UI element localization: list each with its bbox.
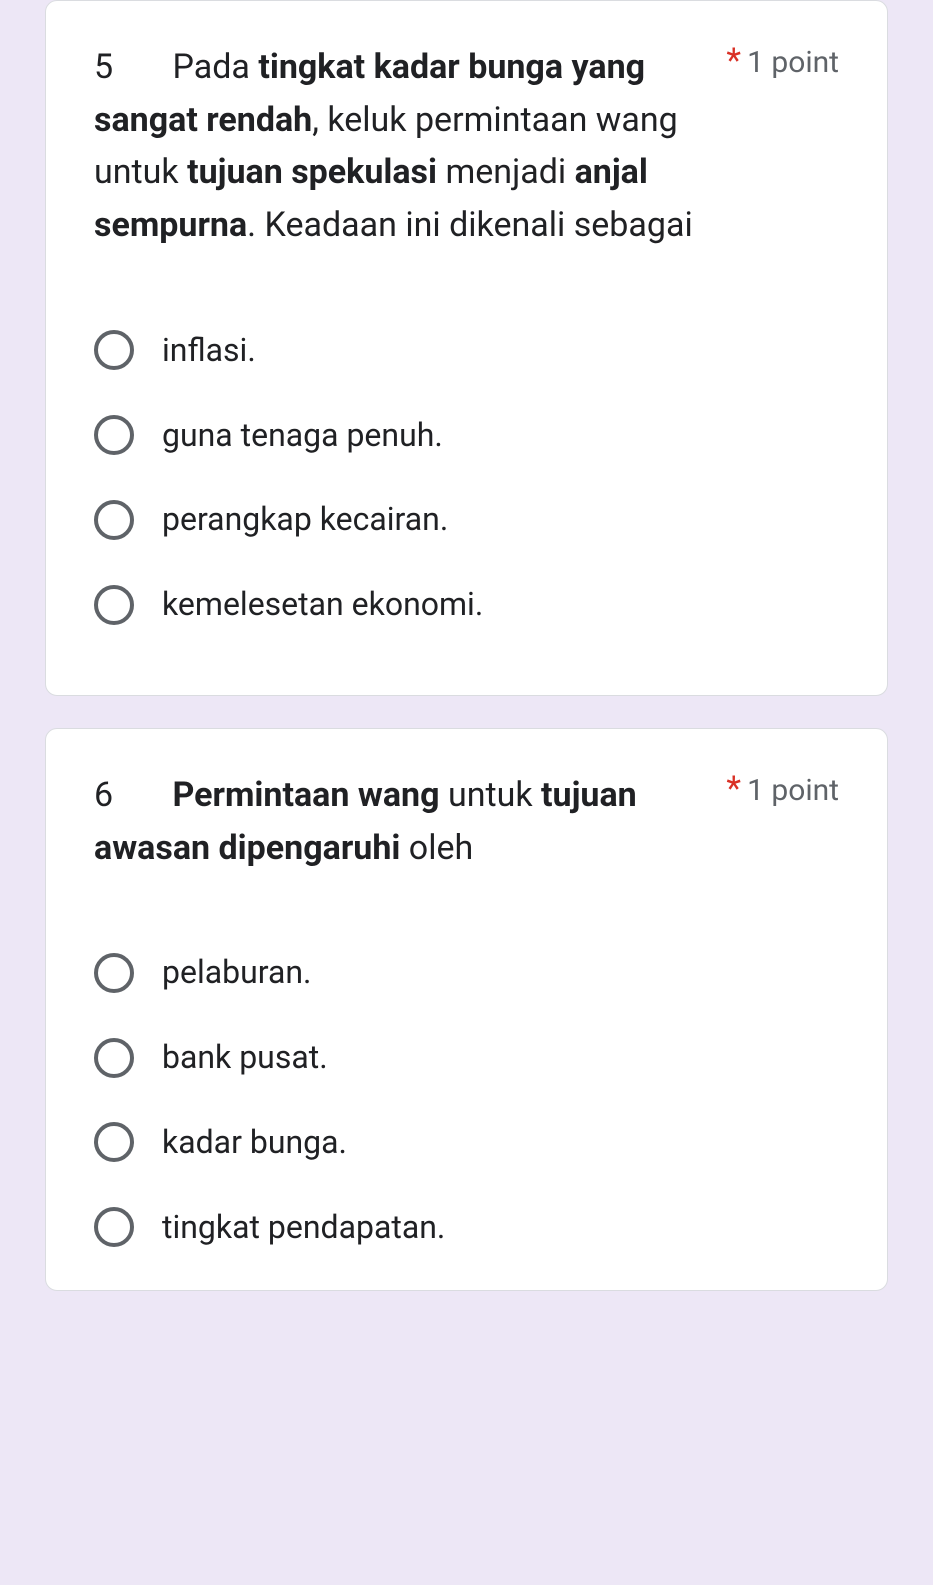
radio-icon <box>94 330 134 370</box>
radio-option[interactable]: kemelesetan ekonomi. <box>94 562 839 647</box>
option-label: perangkap kecairan. <box>162 497 448 542</box>
radio-icon <box>94 1038 134 1078</box>
question-text-container: 6 Permintaan wang untuk tujuan awasan di… <box>94 769 724 874</box>
question-number: 5 <box>94 41 164 94</box>
options-group: inflasi. guna tenaga penuh. perangkap ke… <box>94 308 839 647</box>
radio-option[interactable]: bank pusat. <box>94 1015 839 1100</box>
options-group: pelaburan. bank pusat. kadar bunga. ting… <box>94 930 839 1269</box>
question-header: 6 Permintaan wang untuk tujuan awasan di… <box>94 769 839 874</box>
radio-option[interactable]: guna tenaga penuh. <box>94 393 839 478</box>
question-text: 5 Pada tingkat kadar bunga yang sangat r… <box>94 41 724 252</box>
option-label: tingkat pendapatan. <box>162 1205 445 1250</box>
question-text-container: 5 Pada tingkat kadar bunga yang sangat r… <box>94 41 724 252</box>
option-label: kadar bunga. <box>162 1120 347 1165</box>
question-body: Pada tingkat kadar bunga yang sangat ren… <box>94 47 693 245</box>
option-label: inflasi. <box>162 328 256 373</box>
radio-icon <box>94 953 134 993</box>
option-label: guna tenaga penuh. <box>162 413 443 458</box>
question-body: Permintaan wang untuk tujuan awasan dipe… <box>94 775 637 868</box>
option-label: bank pusat. <box>162 1035 328 1080</box>
option-label: kemelesetan ekonomi. <box>162 582 483 627</box>
question-meta: * 1 point <box>724 41 839 81</box>
radio-option[interactable]: tingkat pendapatan. <box>94 1185 839 1270</box>
question-text: 6 Permintaan wang untuk tujuan awasan di… <box>94 769 724 874</box>
question-header: 5 Pada tingkat kadar bunga yang sangat r… <box>94 41 839 252</box>
radio-icon <box>94 500 134 540</box>
radio-icon <box>94 1207 134 1247</box>
points-label: 1 point <box>741 41 839 80</box>
radio-option[interactable]: perangkap kecairan. <box>94 477 839 562</box>
question-card-6: 6 Permintaan wang untuk tujuan awasan di… <box>45 728 888 1291</box>
question-card-5: 5 Pada tingkat kadar bunga yang sangat r… <box>45 0 888 696</box>
points-label: 1 point <box>741 769 839 808</box>
radio-icon <box>94 585 134 625</box>
radio-option[interactable]: pelaburan. <box>94 930 839 1015</box>
question-number: 6 <box>94 769 164 822</box>
option-label: pelaburan. <box>162 950 311 995</box>
required-indicator: * <box>726 41 741 81</box>
required-indicator: * <box>726 769 741 809</box>
radio-option[interactable]: inflasi. <box>94 308 839 393</box>
question-meta: * 1 point <box>724 769 839 809</box>
radio-icon <box>94 1122 134 1162</box>
radio-icon <box>94 415 134 455</box>
radio-option[interactable]: kadar bunga. <box>94 1100 839 1185</box>
